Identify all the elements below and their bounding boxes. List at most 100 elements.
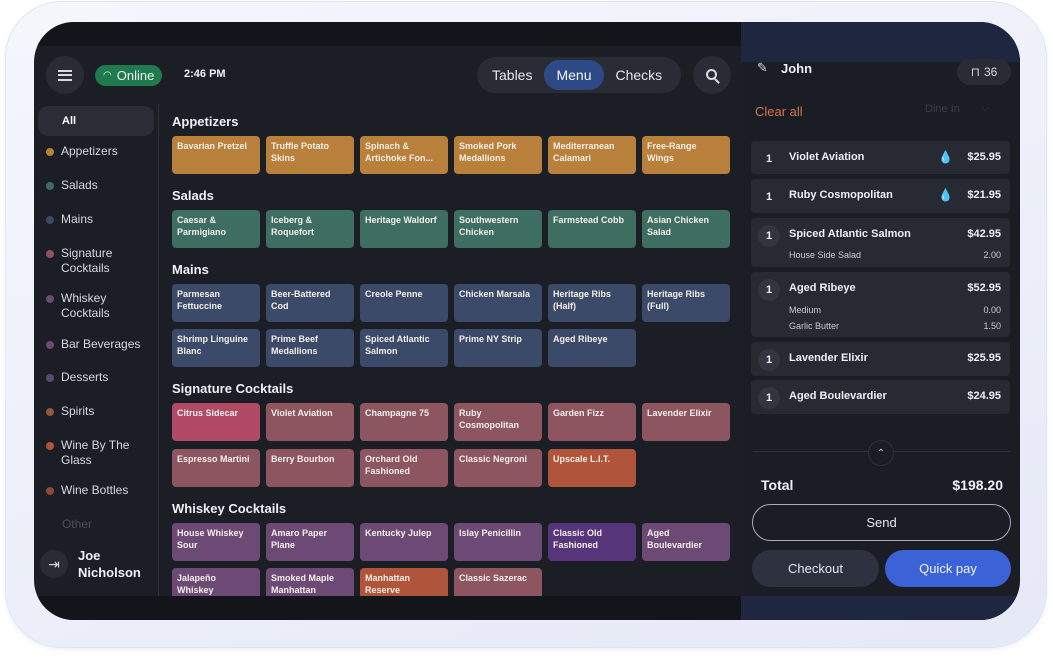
category-dot: [46, 295, 54, 303]
menu-tile[interactable]: Creole Penne: [360, 284, 448, 322]
sidebar-item-signature-cocktails[interactable]: Signature Cocktails: [38, 246, 154, 276]
tab-menu[interactable]: Menu: [544, 60, 604, 90]
table-number: 36: [984, 65, 998, 79]
order-item[interactable]: 1 Lavender Elixir $25.95: [751, 342, 1010, 376]
send-button[interactable]: Send: [752, 504, 1011, 541]
table-icon: ⊓: [970, 65, 980, 79]
menu-tile[interactable]: Shrimp Linguine Blanc: [172, 329, 260, 367]
order-item[interactable]: 1 Ruby Cosmopolitan 💧 $21.95: [751, 179, 1010, 213]
tab-checks[interactable]: Checks: [604, 60, 675, 90]
total-amount: $198.20: [952, 477, 1003, 493]
pencil-icon[interactable]: ✎: [757, 60, 768, 76]
menu-tile[interactable]: Farmstead Cobb: [548, 210, 636, 248]
menu-tile[interactable]: Violet Aviation: [266, 403, 354, 441]
menu-tile[interactable]: Amaro Paper Plane: [266, 523, 354, 561]
menu-tile[interactable]: Smoked Pork Medallions: [454, 136, 542, 174]
menu-tile[interactable]: Aged Ribeye: [548, 329, 636, 367]
search-button[interactable]: [693, 56, 731, 94]
order-item[interactable]: 1 Aged Boulevardier $24.95: [751, 380, 1010, 414]
menu-tile[interactable]: Truffle Potato Skins: [266, 136, 354, 174]
menu-tile[interactable]: Parmesan Fettuccine: [172, 284, 260, 322]
menu-tile[interactable]: Beer-Battered Cod: [266, 284, 354, 322]
user-account: ⇥ Joe Nicholson: [40, 547, 148, 581]
section-title-salads: Salads: [172, 188, 214, 203]
menu-tile[interactable]: Manhattan Reserve: [360, 568, 448, 596]
menu-tile[interactable]: Southwestern Chicken: [454, 210, 542, 248]
status-strip: [34, 22, 741, 46]
menu-tile[interactable]: Heritage Waldorf: [360, 210, 448, 248]
menu-tile[interactable]: Garden Fizz: [548, 403, 636, 441]
checkout-button[interactable]: Checkout: [752, 550, 879, 587]
menu-tile[interactable]: Lavender Elixir: [642, 403, 730, 441]
menu-tile[interactable]: Islay Penicillin: [454, 523, 542, 561]
order-item-qty: 1: [758, 349, 780, 371]
section-title-whiskey-cocktails: Whiskey Cocktails: [172, 501, 287, 516]
menu-tile[interactable]: Orchard Old Fashioned: [360, 449, 448, 487]
menu-tile[interactable]: Spinach & Artichoke Fon...: [360, 136, 448, 174]
menu-tile[interactable]: Heritage Ribs (Half): [548, 284, 636, 322]
order-item[interactable]: 1 Aged Ribeye $52.95 Medium 0.00 Garlic …: [751, 272, 1010, 337]
order-item-modifier: Medium: [789, 305, 822, 315]
menu-tile[interactable]: Free-Range Wings: [642, 136, 730, 174]
sidebar-item-mains[interactable]: Mains: [38, 212, 154, 227]
menu-tile[interactable]: Prime Beef Medallions: [266, 329, 354, 367]
menu-tile[interactable]: Classic Sazerac: [454, 568, 542, 596]
order-item-modifier-price: 2.00: [983, 250, 1001, 260]
logout-button[interactable]: ⇥: [40, 550, 68, 578]
hamburger-menu-button[interactable]: [46, 56, 84, 94]
order-item-name: Aged Boulevardier: [789, 390, 887, 402]
sidebar-item-label: Wine By The Glass: [61, 438, 130, 467]
menu-tile[interactable]: Aged Boulevardier: [642, 523, 730, 561]
quick-pay-button[interactable]: Quick pay: [885, 550, 1011, 587]
order-item-name: Ruby Cosmopolitan: [789, 189, 893, 201]
menu-tile[interactable]: Champagne 75: [360, 403, 448, 441]
menu-tile[interactable]: Bavarian Pretzel: [172, 136, 260, 174]
clear-all-button[interactable]: Clear all: [755, 104, 803, 119]
expand-summary-button[interactable]: ⌃: [868, 440, 894, 466]
order-item[interactable]: 1 Spiced Atlantic Salmon $42.95 House Si…: [751, 218, 1010, 267]
order-item-name: Spiced Atlantic Salmon: [789, 228, 911, 240]
menu-tile[interactable]: Spiced Atlantic Salmon: [360, 329, 448, 367]
menu-tile[interactable]: Classic Negroni: [454, 449, 542, 487]
section-title-mains: Mains: [172, 262, 209, 277]
tab-tables[interactable]: Tables: [480, 60, 544, 90]
sidebar-item-all[interactable]: All: [38, 106, 154, 136]
sidebar-item-wine-bottles[interactable]: Wine Bottles: [38, 483, 154, 498]
dine-mode-select[interactable]: Dine In: [925, 103, 960, 115]
menu-tile[interactable]: Ruby Cosmopolitan: [454, 403, 542, 441]
sidebar-item-other[interactable]: Other: [38, 517, 154, 532]
sidebar-item-desserts[interactable]: Desserts: [38, 370, 154, 385]
menu-tile[interactable]: Asian Chicken Salad: [642, 210, 730, 248]
menu-tile[interactable]: Kentucky Julep: [360, 523, 448, 561]
menu-tile[interactable]: Prime NY Strip: [454, 329, 542, 367]
chevron-down-icon: ⌵: [981, 102, 990, 114]
menu-tile[interactable]: Classic Old Fashioned: [548, 523, 636, 561]
menu-tile[interactable]: Iceberg & Roquefort: [266, 210, 354, 248]
sidebar-item-wine-by-the-glass[interactable]: Wine By The Glass: [38, 438, 154, 468]
menu-tile[interactable]: Jalapeño Whiskey: [172, 568, 260, 596]
menu-tile[interactable]: Espresso Martini: [172, 449, 260, 487]
menu-tile[interactable]: Chicken Marsala: [454, 284, 542, 322]
sidebar-item-spirits[interactable]: Spirits: [38, 404, 154, 419]
table-badge[interactable]: ⊓ 36: [957, 59, 1011, 85]
sidebar-item-appetizers[interactable]: Appetizers: [38, 144, 154, 159]
menu-tile[interactable]: House Whiskey Sour: [172, 523, 260, 561]
sidebar-item-salads[interactable]: Salads: [38, 178, 154, 193]
menu-tile[interactable]: Upscale L.I.T.: [548, 449, 636, 487]
sidebar-item-label: All: [62, 114, 77, 127]
hamburger-icon: [58, 69, 72, 81]
sidebar-item-whiskey-cocktails[interactable]: Whiskey Cocktails: [38, 291, 154, 321]
menu-tile[interactable]: Heritage Ribs (Full): [642, 284, 730, 322]
order-item[interactable]: 1 Violet Aviation 💧 $25.95: [751, 141, 1010, 174]
menu-tile[interactable]: Mediterranean Calamari: [548, 136, 636, 174]
category-dot: [46, 374, 54, 382]
category-dot: [46, 216, 54, 224]
sidebar-item-label: Appetizers: [61, 144, 118, 158]
guest-name[interactable]: John: [781, 61, 812, 76]
menu-tile[interactable]: Berry Bourbon: [266, 449, 354, 487]
menu-tile[interactable]: Smoked Maple Manhattan: [266, 568, 354, 596]
menu-tile[interactable]: Citrus Sidecar: [172, 403, 260, 441]
user-name: Joe Nicholson: [78, 548, 141, 580]
menu-tile[interactable]: Caesar & Parmigiano: [172, 210, 260, 248]
sidebar-item-bar-beverages[interactable]: Bar Beverages: [38, 337, 154, 352]
